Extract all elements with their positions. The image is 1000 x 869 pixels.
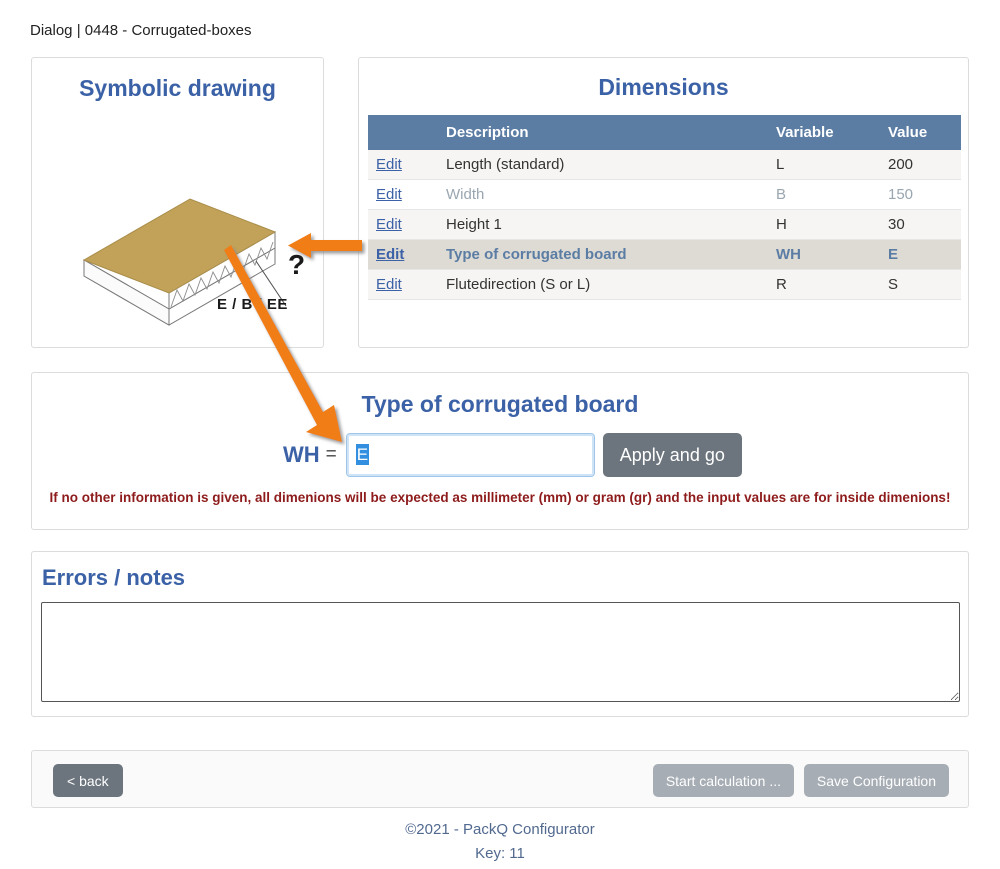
apply-and-go-button[interactable]: Apply and go [602, 433, 742, 477]
dimensions-table-body: Edit Length (standard) L 200 Edit Width … [368, 150, 961, 300]
edit-link[interactable]: Edit [376, 216, 402, 233]
table-row[interactable]: Edit Flutedirection (S or L) R S [368, 269, 961, 300]
page-root: Dialog | 0448 - Corrugated-boxes Symboli… [0, 0, 1000, 869]
board-type-input-value: E [355, 444, 370, 465]
row-description: Width [438, 179, 768, 210]
dimensions-table: Description Variable Value Edit Length (… [368, 115, 961, 300]
row-value: 30 [880, 209, 961, 240]
action-bar: < back Start calculation ... Save Config… [31, 750, 969, 808]
column-header-variable: Variable [768, 115, 880, 150]
edit-link-selected[interactable]: Edit [376, 246, 404, 263]
symbolic-drawing-panel: Symbolic drawing ? E / B / EE [31, 57, 324, 348]
wh-label: WH [283, 442, 320, 467]
equals-sign: = [325, 444, 337, 465]
errors-notes-title: Errors / notes [42, 565, 186, 590]
edit-link[interactable]: Edit [376, 156, 402, 173]
errors-notes-textarea[interactable] [41, 602, 960, 702]
row-variable: B [768, 179, 880, 210]
symbolic-drawing-title: Symbolic drawing [79, 75, 276, 101]
row-value: 150 [880, 179, 961, 210]
table-row[interactable]: Edit Height 1 H 30 [368, 209, 961, 240]
column-header-description: Description [438, 115, 768, 150]
row-variable: H [768, 209, 880, 240]
site-footer: ©2021 - PackQ Configurator Key: 11 [0, 818, 1000, 866]
board-types-annotation: E / B / EE [217, 296, 288, 313]
row-value: S [880, 269, 961, 300]
row-variable: R [768, 269, 880, 300]
input-row: WH = E Apply and go [32, 433, 968, 477]
start-calculation-button[interactable]: Start calculation ... [652, 764, 794, 797]
row-description: Flutedirection (S or L) [438, 269, 768, 300]
edit-link[interactable]: Edit [376, 276, 402, 293]
row-value: E [880, 239, 961, 270]
units-warning-note: If no other information is given, all di… [49, 490, 951, 505]
row-value: 200 [880, 150, 961, 180]
row-description: Height 1 [438, 209, 768, 240]
board-type-input-panel: Type of corrugated board WH = E Apply an… [31, 372, 969, 530]
question-mark-annotation: ? [288, 249, 306, 280]
table-row[interactable]: Edit Width B 150 [368, 179, 961, 210]
breadcrumb: Dialog | 0448 - Corrugated-boxes [30, 22, 252, 39]
input-panel-title: Type of corrugated board [361, 391, 639, 417]
footer-key: Key: 11 [475, 845, 525, 862]
dimensions-title: Dimensions [598, 74, 729, 100]
row-description: Type of corrugated board [438, 239, 768, 270]
table-row-selected[interactable]: Edit Type of corrugated board WH E [368, 239, 961, 270]
column-header-edit [368, 115, 438, 150]
errors-notes-panel: Errors / notes [31, 551, 969, 717]
back-button[interactable]: < back [53, 764, 123, 797]
save-configuration-button[interactable]: Save Configuration [803, 764, 949, 797]
corrugated-board-drawing: ? E / B / EE [32, 106, 323, 346]
row-variable: L [768, 150, 880, 180]
row-description: Length (standard) [438, 150, 768, 180]
footer-copyright: ©2021 - PackQ Configurator [405, 821, 595, 838]
dimensions-panel: Dimensions Description Variable Value Ed… [358, 57, 969, 348]
dimensions-table-header: Description Variable Value [368, 115, 961, 150]
board-type-input[interactable]: E [345, 433, 595, 477]
row-variable: WH [768, 239, 880, 270]
table-row[interactable]: Edit Length (standard) L 200 [368, 150, 961, 180]
column-header-value: Value [880, 115, 961, 150]
edit-link[interactable]: Edit [376, 186, 402, 203]
